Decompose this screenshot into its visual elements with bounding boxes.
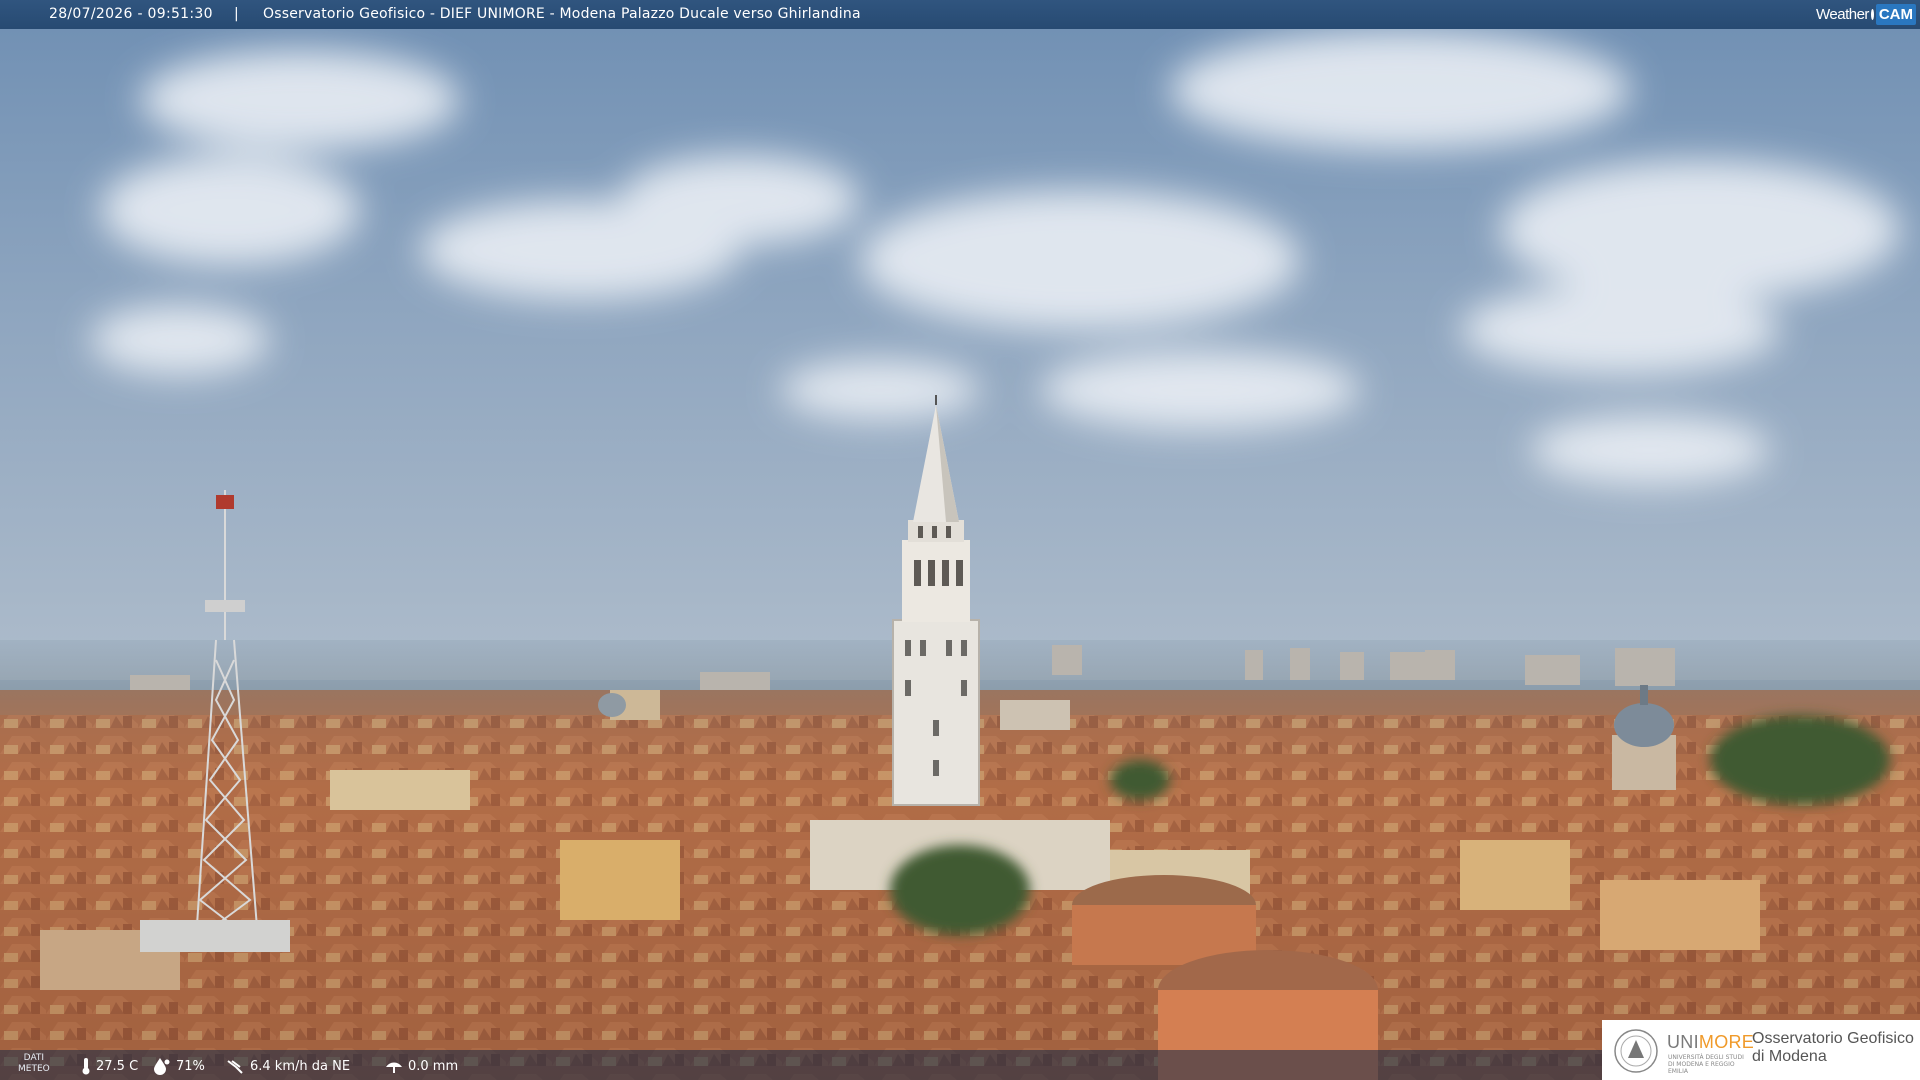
temperature-reading: 27.5 C [80, 1057, 138, 1075]
rain-value: 0.0 mm [408, 1058, 459, 1074]
brand-cam-text: CAM [1875, 4, 1916, 25]
humidity-value: 71% [176, 1058, 205, 1074]
brand-dot-icon [1870, 9, 1874, 20]
temperature-value: 27.5 C [96, 1058, 139, 1074]
brand-weather-text: Weather [1816, 6, 1869, 23]
wind-icon [227, 1060, 243, 1074]
unimore-logo: UNIMORE UNIVERSITÀ DEGLI STUDI DI MODENA… [1602, 1020, 1920, 1080]
weathercam-logo-icon: Weather CAM [1816, 0, 1920, 29]
humidity-drop-icon [154, 1058, 170, 1075]
banner-separator: | [234, 6, 239, 22]
humidity-reading: 71% [152, 1057, 205, 1075]
unimore-wordmark: UNIMORE [1667, 1032, 1755, 1052]
observatory-name: Osservatorio Geofisico di Modena [1752, 1030, 1914, 1065]
timestamp: 28/07/2026 - 09:51:30 [49, 6, 213, 22]
camera-caption: Osservatorio Geofisico - DIEF UNIMORE - … [263, 6, 861, 22]
university-seal-icon [1614, 1029, 1658, 1073]
weather-data-strip: DATI METEO 27.5 C 71% 6.4 km/h da NE 0.0… [0, 1050, 1610, 1080]
wind-reading: 6.4 km/h da NE [226, 1057, 350, 1075]
top-banner: 28/07/2026 - 09:51:30 | Osservatorio Geo… [0, 0, 1920, 29]
rain-reading: 0.0 mm [384, 1057, 458, 1075]
webcam-photo [0, 0, 1920, 1080]
rain-icon [386, 1062, 402, 1073]
thermometer-icon [82, 1058, 90, 1075]
university-full-name: UNIVERSITÀ DEGLI STUDI DI MODENA E REGGI… [1668, 1054, 1744, 1075]
weather-label: DATI METEO [18, 1053, 50, 1074]
wind-value: 6.4 km/h da NE [250, 1058, 351, 1074]
